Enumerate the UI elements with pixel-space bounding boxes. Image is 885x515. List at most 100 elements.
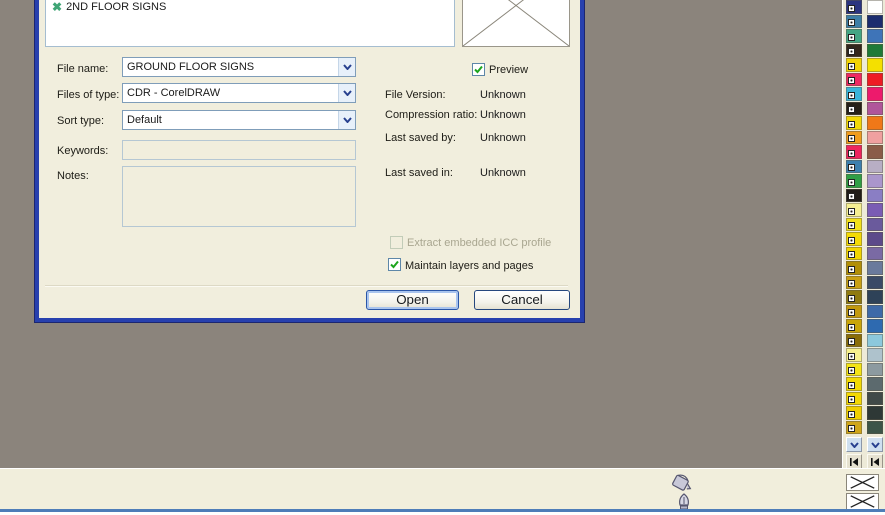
palette-swatch[interactable] (846, 392, 862, 406)
palette-swatch[interactable] (846, 29, 862, 43)
chevron-down-icon (850, 442, 859, 448)
coreldraw-workspace: ✖ 2ND FLOOR SIGNS File name: Files of ty… (0, 0, 885, 515)
open-button[interactable]: Open (366, 290, 459, 310)
palette-swatch[interactable] (867, 203, 883, 217)
palette-swatch[interactable] (846, 116, 862, 130)
palette-swatch[interactable] (867, 319, 883, 333)
palette-swatch[interactable] (867, 276, 883, 290)
palette-swatch[interactable] (846, 232, 862, 246)
palette-swatch[interactable] (846, 160, 862, 174)
outline-status-swatch[interactable] (846, 493, 879, 510)
palette-swatch[interactable] (846, 247, 862, 261)
list-item[interactable]: ✖ 2ND FLOOR SIGNS (52, 1, 166, 13)
palette-swatch[interactable] (867, 348, 883, 362)
palette-swatch[interactable] (846, 363, 862, 377)
palette-swatch[interactable] (846, 203, 862, 217)
palette-swatch[interactable] (867, 44, 883, 58)
no-fill-cross-icon (847, 475, 878, 490)
palette-swatch[interactable] (846, 44, 862, 58)
palette-scroll-down-button[interactable] (846, 437, 862, 452)
palette-swatch[interactable] (867, 189, 883, 203)
palette-swatch[interactable] (867, 87, 883, 101)
preview-pane (462, 0, 570, 47)
files-of-type-combo[interactable]: CDR - CorelDRAW (122, 83, 356, 103)
palette-swatch[interactable] (867, 73, 883, 87)
palette-swatch[interactable] (846, 145, 862, 159)
compression-ratio-value: Unknown (480, 109, 526, 121)
palette-swatch[interactable] (867, 29, 883, 43)
file-name-value: GROUND FLOOR SIGNS (123, 61, 338, 73)
palette-swatch[interactable] (846, 189, 862, 203)
palette-scroll-down-button[interactable] (867, 437, 883, 452)
last-saved-by-value: Unknown (480, 132, 526, 144)
palette-swatch[interactable] (846, 348, 862, 362)
palette-swatch[interactable] (867, 232, 883, 246)
palette-swatch[interactable] (846, 73, 862, 87)
palette-swatch[interactable] (867, 334, 883, 348)
palette-swatch[interactable] (867, 0, 883, 14)
status-bar (0, 468, 885, 515)
palette-swatch[interactable] (867, 102, 883, 116)
palette-swatch[interactable] (867, 377, 883, 391)
files-of-type-label: Files of type: (57, 89, 119, 101)
palette-swatch[interactable] (846, 261, 862, 275)
palette-swatch[interactable] (846, 102, 862, 116)
palette-expand-button[interactable] (846, 454, 862, 469)
palette-swatch[interactable] (867, 131, 883, 145)
palette-swatch[interactable] (846, 290, 862, 304)
maintain-layers-checkbox[interactable] (388, 258, 401, 271)
button-separator (45, 285, 568, 287)
fill-status-swatch[interactable] (846, 474, 879, 491)
palette-expand-button[interactable] (867, 454, 883, 469)
preview-cross-icon (463, 0, 569, 46)
file-name-label: File name: (57, 63, 108, 75)
palette-swatch[interactable] (846, 377, 862, 391)
palette-swatch[interactable] (846, 0, 862, 14)
palette-swatch[interactable] (867, 421, 883, 435)
chevron-down-icon (871, 442, 880, 448)
keywords-input (122, 140, 356, 160)
palette-swatch[interactable] (867, 261, 883, 275)
palette-swatch[interactable] (867, 174, 883, 188)
file-list[interactable]: ✖ 2ND FLOOR SIGNS (45, 0, 455, 47)
cancel-button[interactable]: Cancel (474, 290, 570, 310)
palette-swatch[interactable] (867, 406, 883, 420)
palette-swatch[interactable] (867, 363, 883, 377)
palette-swatch[interactable] (867, 218, 883, 232)
palette-swatch[interactable] (867, 116, 883, 130)
palette-swatch[interactable] (846, 334, 862, 348)
palette-swatch[interactable] (846, 131, 862, 145)
palette-swatch[interactable] (846, 218, 862, 232)
files-of-type-value: CDR - CorelDRAW (123, 87, 338, 99)
chevron-down-icon[interactable] (338, 111, 355, 129)
palette-swatch[interactable] (846, 174, 862, 188)
palette-swatch[interactable] (867, 392, 883, 406)
palette-swatch[interactable] (846, 319, 862, 333)
palette-swatch[interactable] (846, 276, 862, 290)
palette-swatch[interactable] (846, 58, 862, 72)
last-saved-by-label: Last saved by: (385, 132, 456, 144)
palette-swatch[interactable] (846, 87, 862, 101)
file-list-item-label: 2ND FLOOR SIGNS (66, 1, 166, 13)
file-version-value: Unknown (480, 89, 526, 101)
extract-icc-checkbox (390, 236, 403, 249)
palette-swatch[interactable] (867, 290, 883, 304)
palette-swatch[interactable] (867, 58, 883, 72)
extract-icc-label: Extract embedded ICC profile (407, 237, 551, 249)
keywords-label: Keywords: (57, 145, 108, 157)
palette-swatch[interactable] (867, 247, 883, 261)
sort-type-combo[interactable]: Default (122, 110, 356, 130)
file-name-combo[interactable]: GROUND FLOOR SIGNS (122, 57, 356, 77)
paint-bucket-icon (668, 472, 696, 494)
palette-swatch[interactable] (867, 305, 883, 319)
palette-swatch[interactable] (846, 421, 862, 435)
palette-swatch[interactable] (846, 406, 862, 420)
palette-swatch[interactable] (867, 145, 883, 159)
palette-swatch[interactable] (846, 305, 862, 319)
palette-swatch[interactable] (867, 160, 883, 174)
preview-checkbox[interactable] (472, 63, 485, 76)
palette-swatch[interactable] (867, 15, 883, 29)
palette-swatch[interactable] (846, 15, 862, 29)
chevron-down-icon[interactable] (338, 84, 355, 102)
chevron-down-icon[interactable] (338, 58, 355, 76)
